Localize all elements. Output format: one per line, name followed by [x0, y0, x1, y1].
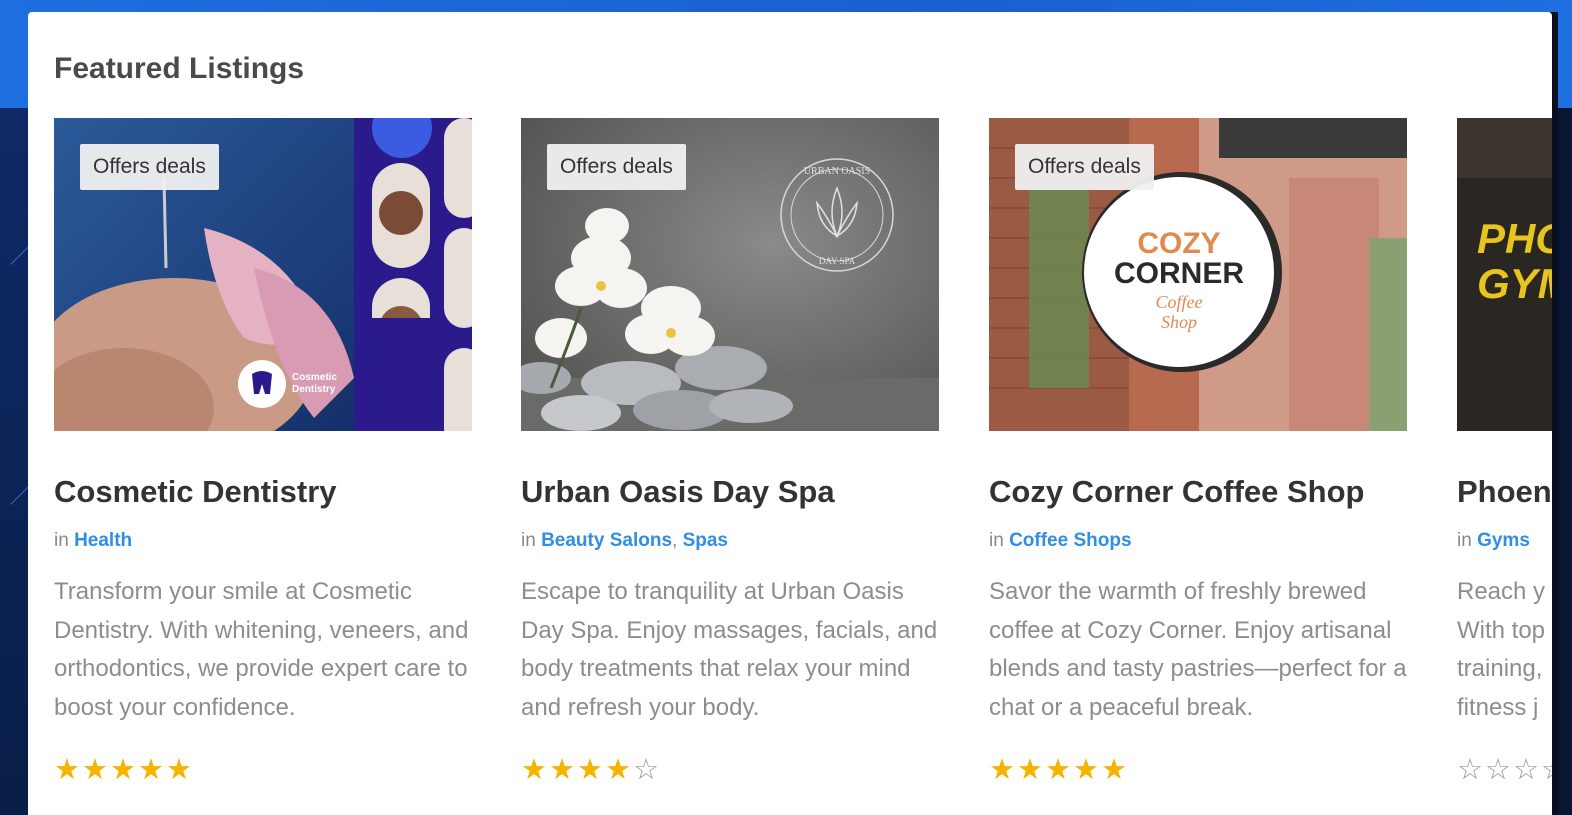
rating-stars: ★★★★★ [989, 756, 1129, 785]
listing-card[interactable]: Cosmetic Dentistry Offers deals Cosmetic… [54, 118, 472, 785]
listing-description: Escape to tranquility at Urban Oasis Day… [521, 578, 938, 721]
star-filled-icon: ★ [1101, 754, 1129, 786]
star-filled-icon: ★ [82, 754, 110, 786]
star-filled-icon: ★ [549, 754, 577, 786]
listing-title[interactable]: Urban Oasis Day Spa [521, 474, 835, 510]
offers-deals-badge: Offers deals [80, 144, 219, 190]
background-edge [1550, 0, 1572, 815]
listing-description: Reach y With top training, fitness j [1457, 573, 1552, 727]
category-link-health[interactable]: Health [74, 530, 132, 551]
star-filled-icon: ★ [1017, 754, 1045, 786]
sign-text-line1: COZY [1137, 227, 1220, 260]
listing-title[interactable]: Cozy Corner Coffee Shop [989, 474, 1364, 510]
gym-text-line2: GYM [1477, 260, 1552, 307]
star-empty-icon: ☆ [1541, 754, 1552, 786]
listing-card[interactable]: URBAN OASIS DAY SPA Offers deals Urban O… [521, 118, 939, 785]
star-empty-icon: ☆ [1457, 754, 1485, 786]
star-filled-icon: ★ [577, 754, 605, 786]
rating-stars: ★★★★☆ [521, 756, 661, 785]
listing-title[interactable]: Phoen [1457, 474, 1552, 510]
background-decoration [0, 108, 30, 815]
star-filled-icon: ★ [521, 754, 549, 786]
listing-card[interactable]: COZY CORNER Coffee Shop Offers deals Coz… [989, 118, 1407, 785]
star-filled-icon: ★ [1073, 754, 1101, 786]
category-line: in Beauty Salons, Spas [521, 530, 728, 552]
star-filled-icon: ★ [166, 754, 194, 786]
category-link-coffee-shops[interactable]: Coffee Shops [1009, 530, 1131, 551]
category-prefix: in [521, 530, 542, 551]
gym-text-line1: PHOE [1477, 215, 1552, 262]
star-empty-icon: ☆ [1485, 754, 1513, 786]
category-prefix: in [1457, 530, 1478, 551]
category-separator: , [672, 530, 683, 551]
category-line: in Gyms [1457, 530, 1530, 552]
offers-deals-badge: Offers deals [547, 144, 686, 190]
listing-image[interactable]: COZY CORNER Coffee Shop Offers deals [989, 118, 1407, 431]
listing-image[interactable]: URBAN OASIS DAY SPA Offers deals [521, 118, 939, 431]
sign-text-line2: CORNER [1114, 257, 1244, 290]
rating-stars: ★★★★★ [54, 756, 194, 785]
listing-image[interactable]: PHOE GYM [1457, 118, 1552, 431]
star-empty-icon: ☆ [633, 754, 661, 786]
category-link-spas[interactable]: Spas [683, 530, 728, 551]
star-filled-icon: ★ [605, 754, 633, 786]
listing-image[interactable]: Cosmetic Dentistry Offers deals [54, 118, 472, 431]
listing-description: Savor the warmth of freshly brewed coffe… [989, 578, 1407, 721]
spa-logo-line2: DAY SPA [819, 256, 856, 266]
sign-text-line4: Shop [1161, 312, 1197, 332]
listing-title[interactable]: Cosmetic Dentistry [54, 474, 337, 510]
section-title: Featured Listings [54, 52, 305, 85]
star-filled-icon: ★ [138, 754, 166, 786]
spa-logo-line1: URBAN OASIS [804, 166, 870, 177]
description-line: With top [1457, 616, 1546, 644]
listing-card[interactable]: PHOE GYM Phoen in Gyms Reach y With top tr… [1457, 118, 1552, 785]
star-filled-icon: ★ [110, 754, 138, 786]
category-link-beauty-salons[interactable]: Beauty Salons [541, 530, 672, 551]
rating-stars: ☆☆☆☆☆ [1457, 756, 1552, 785]
category-line: in Health [54, 530, 132, 552]
star-empty-icon: ☆ [1513, 754, 1541, 786]
logo-text-line2: Dentistry [292, 384, 336, 395]
star-filled-icon: ★ [54, 754, 82, 786]
description-line: fitness j [1457, 693, 1539, 721]
star-filled-icon: ★ [1045, 754, 1073, 786]
description-line: Reach y [1457, 578, 1546, 605]
category-link-gyms[interactable]: Gyms [1477, 530, 1530, 551]
category-prefix: in [54, 530, 75, 551]
description-line: training, [1457, 655, 1543, 682]
logo-text-line1: Cosmetic [292, 372, 337, 383]
featured-listings-panel: Featured Listings Cosmetic Dentistry Off… [28, 12, 1552, 815]
offers-deals-badge: Offers deals [1015, 144, 1154, 190]
listing-description: Transform your smile at Cosmetic Dentist… [54, 578, 469, 721]
star-filled-icon: ★ [989, 754, 1017, 786]
sign-text-line3: Coffee [1156, 292, 1203, 312]
category-line: in Coffee Shops [989, 530, 1132, 552]
category-prefix: in [989, 530, 1010, 551]
